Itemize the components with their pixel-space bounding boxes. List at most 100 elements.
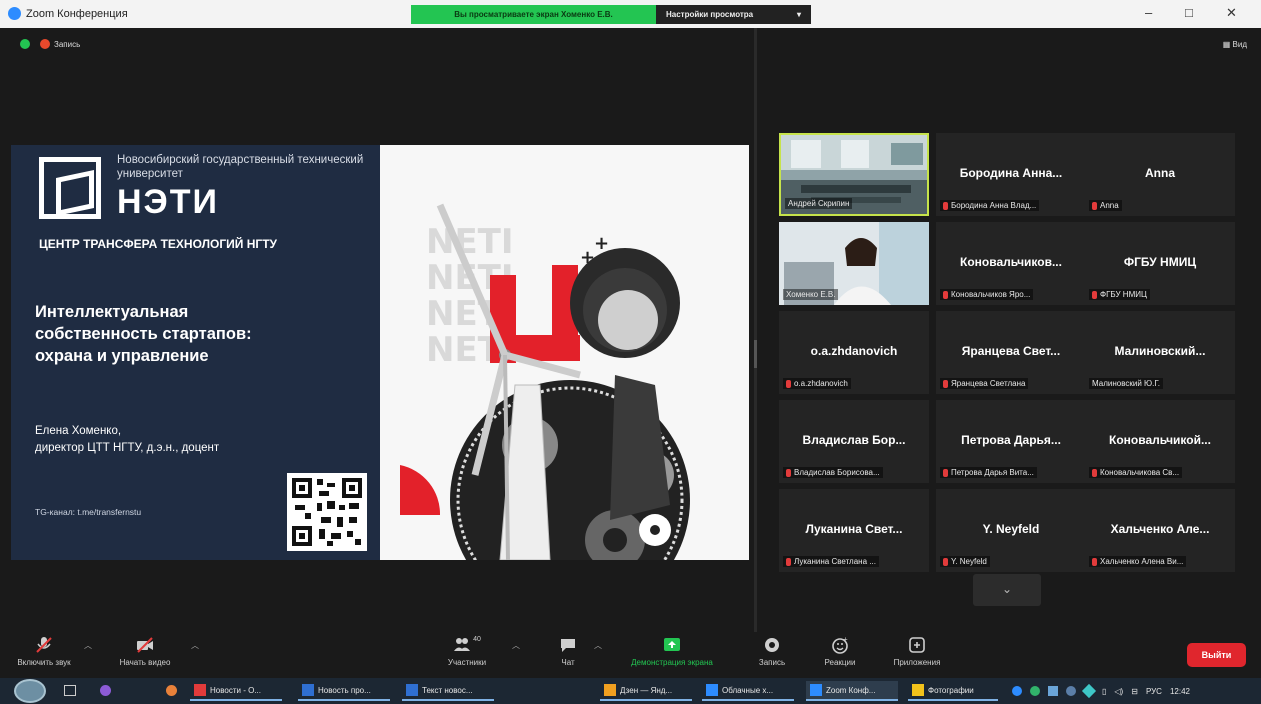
panel-divider[interactable] <box>754 28 757 632</box>
record-icon <box>765 638 779 652</box>
svg-text:+: + <box>843 636 848 644</box>
view-options-button[interactable]: Настройки просмотра ▾ <box>656 5 811 24</box>
tray-app-icon[interactable] <box>1066 686 1076 696</box>
recording-indicator[interactable]: Запись <box>40 39 80 49</box>
muted-microphone-icon <box>1092 290 1097 299</box>
taskbar-task[interactable]: Новости - O... <box>190 681 282 701</box>
participant-tile[interactable]: Луканина Свет... Луканина Светлана ... <box>779 489 929 572</box>
shield-icon[interactable] <box>20 39 30 49</box>
resize-handle[interactable] <box>754 340 757 368</box>
zoom-tray-icon[interactable] <box>1012 686 1022 696</box>
apps-button[interactable]: Приложения <box>878 636 956 667</box>
taskbar-task[interactable]: Текст новос... <box>402 681 494 701</box>
participant-tile[interactable]: Петрова Дарья... Петрова Дарья Вита... <box>936 400 1086 483</box>
record-button[interactable]: Запись <box>750 636 794 667</box>
battery-icon[interactable]: ▯ <box>1102 687 1106 696</box>
close-button[interactable]: ✕ <box>1226 5 1237 21</box>
participant-tile[interactable]: ФГБУ НМИЦ ФГБУ НМИЦ <box>1085 222 1235 305</box>
chat-button[interactable]: Чат <box>548 636 588 667</box>
participant-tile[interactable]: o.a.zhdanovich o.a.zhdanovich <box>779 311 929 394</box>
participant-tile[interactable]: Владислав Бор... Владислав Борисова... <box>779 400 929 483</box>
university-logo <box>39 157 101 219</box>
task-view-icon[interactable] <box>64 685 76 696</box>
participant-name: Хальченко Але... <box>1110 522 1210 536</box>
participant-tile[interactable]: Хальченко Але... Хальченко Алена Ви... <box>1085 489 1235 572</box>
taskbar-task-label: Новость про... <box>318 685 371 695</box>
taskbar-task-label: Текст новос... <box>422 685 473 695</box>
participant-tile[interactable]: Коновальчикой... Коновальчикова Св... <box>1085 400 1235 483</box>
muted-microphone-icon <box>1092 557 1097 566</box>
tray-app-icon[interactable] <box>1048 686 1058 696</box>
participant-label: Владислав Борисова... <box>783 467 883 478</box>
participant-label: Хоменко Е.В. <box>783 289 839 300</box>
meeting-toolbar: Включить звук ︿ Начать видео ︿ 40 Участн… <box>0 632 1261 678</box>
participants-count: 40 <box>473 636 481 643</box>
participant-label: Бородина Анна Влад... <box>940 200 1040 211</box>
talk-title-line: Интеллектуальная <box>35 303 189 321</box>
participant-label: Яранцева Светлана <box>940 378 1029 389</box>
participants-label: Участники <box>447 658 487 667</box>
participant-label: o.a.zhdanovich <box>783 378 851 389</box>
center-name: ЦЕНТР ТРАНСФЕРА ТЕХНОЛОГИЙ НГТУ <box>39 237 278 251</box>
participant-tile[interactable]: Бородина Анна... Бородина Анна Влад... <box>936 133 1086 216</box>
apps-label: Приложения <box>893 658 941 667</box>
apps-icon <box>909 637 925 653</box>
author-role: директор ЦТТ НГТУ, д.э.н., доцент <box>35 442 220 454</box>
chevron-up-icon[interactable]: ︿ <box>512 640 520 651</box>
volume-icon[interactable]: ◁) <box>1114 687 1123 696</box>
muted-microphone-icon <box>786 468 791 477</box>
start-button[interactable] <box>14 679 46 703</box>
language-indicator[interactable]: РУС <box>1146 687 1162 696</box>
gallery-next-page-button[interactable]: ⌄ <box>973 574 1041 606</box>
leave-meeting-button[interactable]: Выйти <box>1187 643 1246 667</box>
talk-title-line: собственность стартапов: <box>35 325 252 343</box>
participant-name: Коновальчиков... <box>960 255 1062 269</box>
start-video-button[interactable]: Начать видео <box>115 636 175 667</box>
app-pinned-icon[interactable] <box>166 685 177 696</box>
participants-button[interactable]: 40 Участники <box>436 636 498 667</box>
svg-text:+: + <box>580 247 595 268</box>
participant-label-text: Петрова Дарья Вита... <box>951 468 1034 477</box>
participant-label-text: Хальченко Алена Ви... <box>1100 557 1184 566</box>
clock[interactable]: 12:42 <box>1170 687 1190 696</box>
participant-tile[interactable]: Коновальчиков... Коновальчиков Яро... <box>936 222 1086 305</box>
taskbar-task[interactable]: Фотографии <box>908 681 998 701</box>
author-info: Елена Хоменко, директор ЦТТ НГТУ, д.э.н.… <box>35 423 219 457</box>
taskbar-task-label: Фотографии <box>928 685 974 695</box>
taskbar-task[interactable]: Zoom Конф... <box>806 681 898 701</box>
qr-code <box>287 473 367 551</box>
participant-tile[interactable]: Андрей Скрипин <box>779 133 929 216</box>
participant-tile[interactable]: Y. Neyfeld Y. Neyfeld <box>936 489 1086 572</box>
emoji-icon: + <box>832 636 848 654</box>
network-icon[interactable]: ⊟ <box>1131 687 1138 696</box>
reactions-button[interactable]: + Реакции <box>816 636 864 667</box>
recording-label: Запись <box>54 39 81 49</box>
share-screen-button[interactable]: Демонстрация экрана <box>614 636 730 667</box>
view-button[interactable]: ▦ Вид <box>1223 40 1247 49</box>
participant-label-text: Яранцева Светлана <box>951 379 1026 388</box>
chevron-up-icon[interactable]: ︿ <box>191 640 199 651</box>
taskbar-task[interactable]: Облачные х... <box>702 681 794 701</box>
participant-name: Anna <box>1145 166 1175 180</box>
chevron-up-icon[interactable]: ︿ <box>594 640 602 651</box>
maximize-button[interactable]: □ <box>1185 5 1193 20</box>
muted-microphone-icon <box>943 201 948 210</box>
participant-tile[interactable]: Anna Anna <box>1085 133 1235 216</box>
app-pinned-icon[interactable] <box>100 685 111 696</box>
taskbar-task[interactable]: Дзен — Янд... <box>600 681 692 701</box>
grid-icon: ▦ <box>1222 40 1231 49</box>
tray-app-icon[interactable] <box>1081 683 1097 699</box>
participant-tile[interactable]: Яранцева Свет... Яранцева Светлана <box>936 311 1086 394</box>
participant-label-text: Коновальчикова Св... <box>1100 468 1180 477</box>
unmute-button[interactable]: Включить звук <box>14 636 74 667</box>
participant-label-text: Луканина Светлана ... <box>794 557 876 566</box>
taskbar-task[interactable]: Новость про... <box>298 681 390 701</box>
record-label: Запись <box>758 658 786 667</box>
app-icon <box>194 684 206 696</box>
participant-tile[interactable]: Хоменко Е.В. <box>779 222 929 305</box>
chevron-up-icon[interactable]: ︿ <box>84 640 92 651</box>
svg-text:+: + <box>594 233 609 254</box>
tray-app-icon[interactable] <box>1030 686 1040 696</box>
participant-tile[interactable]: Малиновский... Малиновский Ю.Г. <box>1085 311 1235 394</box>
minimize-button[interactable]: – <box>1145 5 1152 20</box>
